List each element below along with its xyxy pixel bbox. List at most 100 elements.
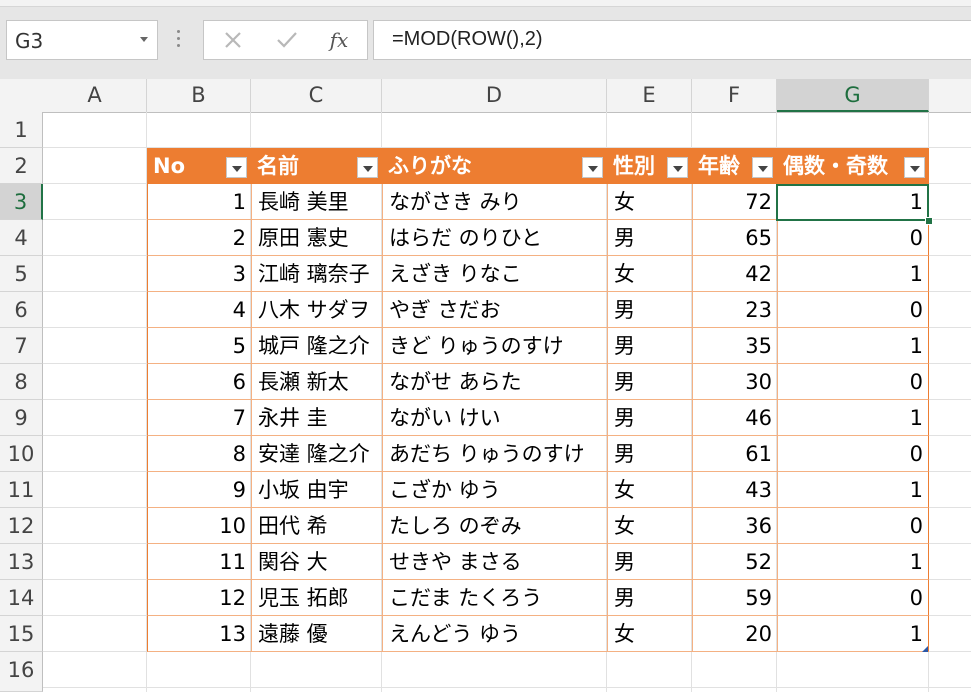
table-cell[interactable]: 1 [777,400,929,436]
filter-dropdown-button[interactable] [904,157,925,178]
table-header-cell[interactable]: 性別 [607,148,692,184]
table-header-cell[interactable]: 名前 [251,148,382,184]
table-cell[interactable]: 男 [607,364,692,400]
table-cell[interactable]: せきや まさる [382,544,607,580]
table-cell[interactable]: 65 [692,220,777,256]
cancel-button[interactable] [210,21,256,59]
table-cell[interactable]: 江崎 璃奈子 [251,256,382,292]
row-header-10[interactable]: 10 [0,436,43,472]
column-header-d[interactable]: D [382,79,607,112]
table-cell[interactable]: 遠藤 優 [251,616,382,652]
table-cell[interactable]: たしろ のぞみ [382,508,607,544]
table-cell[interactable]: 10 [147,508,251,544]
formula-bar-grip-icon[interactable] [176,30,182,50]
table-cell[interactable]: 0 [777,580,929,616]
row-header-8[interactable]: 8 [0,364,43,400]
table-cell[interactable]: 関谷 大 [251,544,382,580]
table-cell[interactable]: 原田 憲史 [251,220,382,256]
table-cell[interactable]: 30 [692,364,777,400]
row-header-15[interactable]: 15 [0,616,43,652]
row-header-1[interactable]: 1 [0,112,43,148]
filter-dropdown-button[interactable] [357,157,378,178]
name-box[interactable]: G3 [6,20,158,60]
table-cell[interactable]: 42 [692,256,777,292]
table-resize-icon[interactable] [922,646,928,652]
column-header-c[interactable]: C [251,79,382,112]
table-cell[interactable]: 43 [692,472,777,508]
table-cell[interactable]: 女 [607,256,692,292]
name-box-dropdown-icon[interactable] [140,37,148,42]
row-header-3[interactable]: 3 [0,184,43,220]
table-cell[interactable]: 永井 圭 [251,400,382,436]
table-cell[interactable]: 7 [147,400,251,436]
table-cell[interactable]: 13 [147,616,251,652]
table-cell[interactable]: 12 [147,580,251,616]
table-cell[interactable]: 2 [147,220,251,256]
table-cell[interactable]: 23 [692,292,777,328]
table-cell[interactable]: 1 [777,256,929,292]
table-cell[interactable]: 9 [147,472,251,508]
table-cell[interactable]: えんどう ゆう [382,616,607,652]
table-header-cell[interactable]: No [147,148,251,184]
table-cell[interactable]: 20 [692,616,777,652]
enter-button[interactable] [264,21,310,59]
table-cell[interactable]: 女 [607,472,692,508]
table-header-cell[interactable]: 偶数・奇数 [777,148,929,184]
row-header-16[interactable]: 16 [0,652,43,692]
table-cell[interactable]: 児玉 拓郎 [251,580,382,616]
insert-function-button[interactable]: fx [316,21,362,59]
table-cell[interactable]: 46 [692,400,777,436]
table-header-cell[interactable]: ふりがな [382,148,607,184]
row-header-11[interactable]: 11 [0,472,43,508]
column-header-b[interactable]: B [147,79,251,112]
filter-dropdown-button[interactable] [752,157,773,178]
column-header-f[interactable]: F [692,79,777,112]
table-cell[interactable]: 田代 希 [251,508,382,544]
row-header-13[interactable]: 13 [0,544,43,580]
table-cell[interactable]: 男 [607,436,692,472]
table-cell[interactable]: 男 [607,544,692,580]
table-cell[interactable]: こだま たくろう [382,580,607,616]
filter-dropdown-button[interactable] [582,157,603,178]
table-cell[interactable]: 八木 サダヲ [251,292,382,328]
table-cell[interactable]: 男 [607,328,692,364]
filter-dropdown-button[interactable] [667,157,688,178]
row-header-7[interactable]: 7 [0,328,43,364]
table-cell[interactable]: 11 [147,544,251,580]
table-cell[interactable]: 59 [692,580,777,616]
table-cell[interactable]: 男 [607,220,692,256]
table-cell[interactable]: 1 [777,616,929,652]
row-header-5[interactable]: 5 [0,256,43,292]
table-cell[interactable]: 8 [147,436,251,472]
table-cell[interactable]: 1 [147,184,251,220]
table-cell[interactable]: 城戸 隆之介 [251,328,382,364]
table-cell[interactable]: 男 [607,580,692,616]
table-cell[interactable]: 男 [607,400,692,436]
column-header-a[interactable]: A [43,79,147,112]
row-header-6[interactable]: 6 [0,292,43,328]
table-cell[interactable]: 61 [692,436,777,472]
table-cell[interactable]: 小坂 由宇 [251,472,382,508]
row-header-14[interactable]: 14 [0,580,43,616]
fill-handle[interactable] [925,217,933,225]
table-cell[interactable]: 女 [607,616,692,652]
table-cell[interactable]: 6 [147,364,251,400]
row-header-2[interactable]: 2 [0,148,43,184]
table-cell[interactable]: 0 [777,220,929,256]
table-cell[interactable]: 長瀬 新太 [251,364,382,400]
table-cell[interactable]: 0 [777,436,929,472]
table-cell[interactable]: 5 [147,328,251,364]
column-header-g[interactable]: G [777,79,929,112]
table-cell[interactable]: 0 [777,292,929,328]
table-cell[interactable]: 36 [692,508,777,544]
table-cell[interactable]: 0 [777,364,929,400]
table-cell[interactable]: はらだ のりひと [382,220,607,256]
row-header-12[interactable]: 12 [0,508,43,544]
table-cell[interactable]: 1 [777,328,929,364]
table-cell[interactable]: きど りゅうのすけ [382,328,607,364]
table-cell[interactable]: 4 [147,292,251,328]
table-cell[interactable]: あだち りゅうのすけ [382,436,607,472]
filter-dropdown-button[interactable] [226,157,247,178]
table-cell[interactable]: 52 [692,544,777,580]
table-cell[interactable]: 1 [777,472,929,508]
